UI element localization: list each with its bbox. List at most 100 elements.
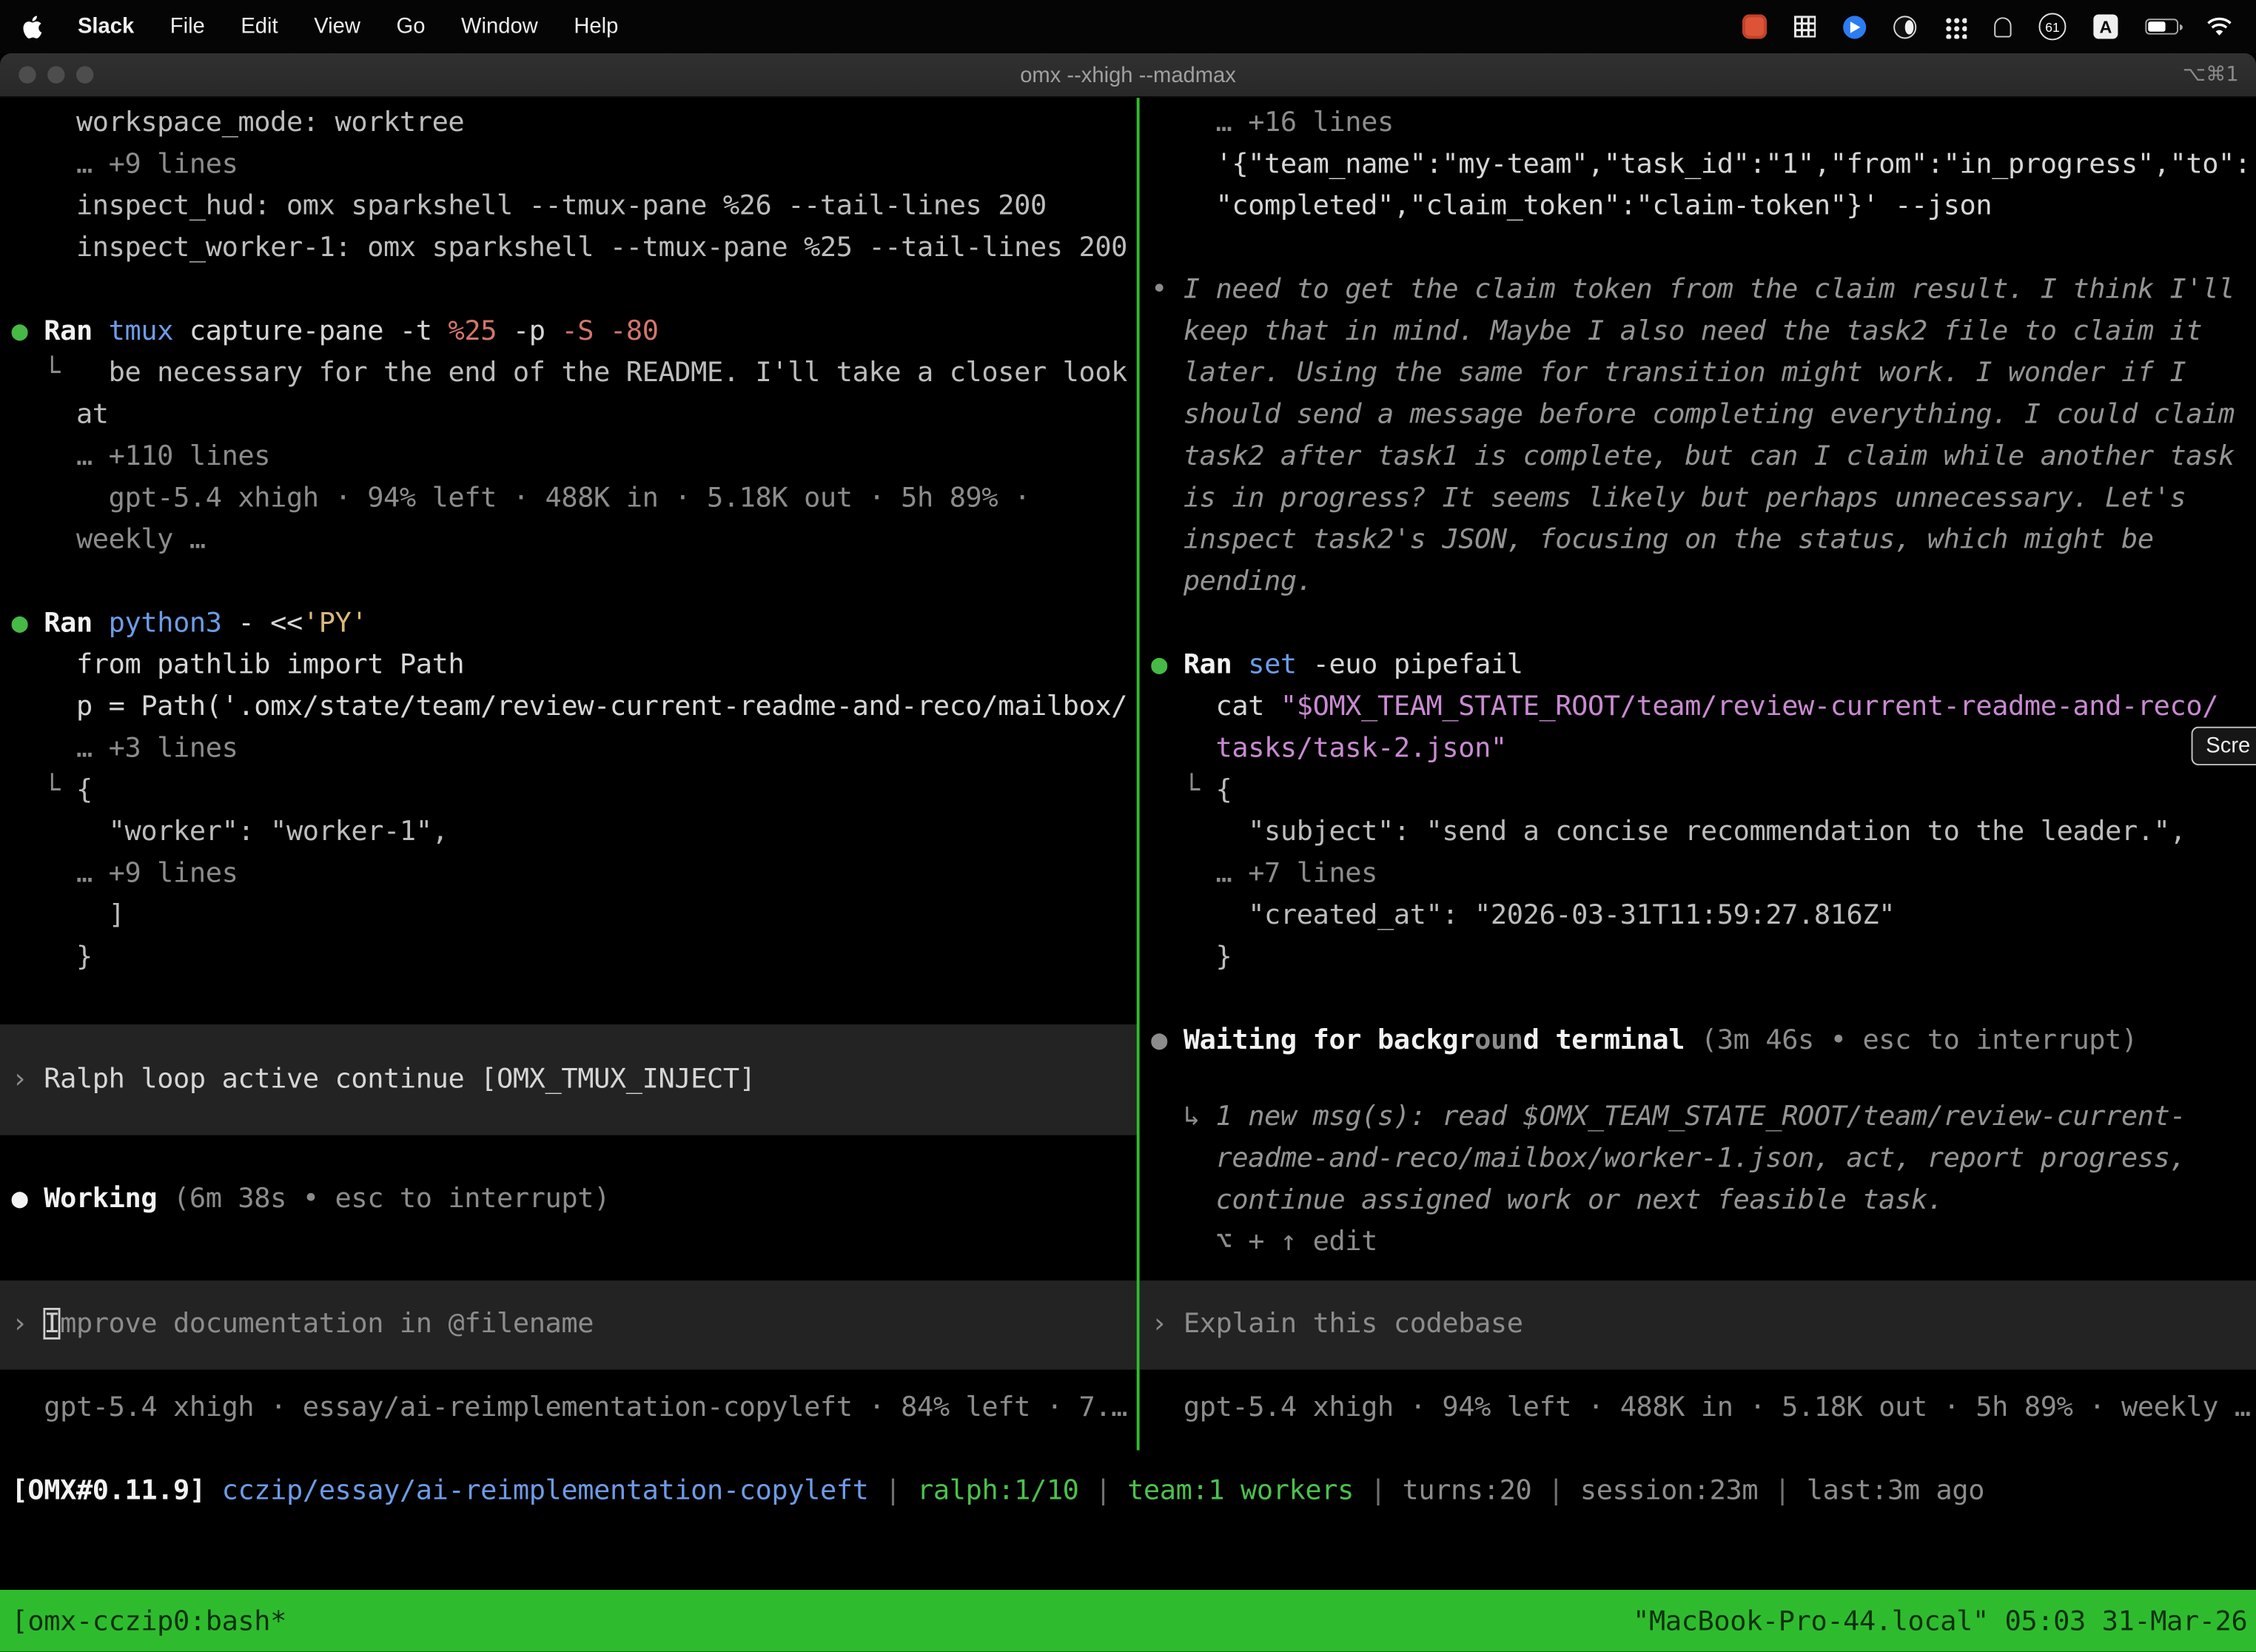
text-segment: readme-and-reco/mailbox/worker-1.json, a…: [1151, 1142, 2186, 1174]
text-segment: "subject": "send a concise recommendatio…: [1151, 816, 2186, 847]
elided-count: … +9 lines: [0, 853, 1137, 895]
text-segment: - <<: [222, 607, 303, 639]
text-segment: '{"team_name":"my-team","task_id":"1","f…: [1151, 148, 2251, 180]
text-segment: |: [1354, 1474, 1403, 1506]
text-segment: %25: [448, 315, 497, 347]
thinking-line: task2 after task1 is complete, but can I…: [1140, 436, 2256, 477]
text-segment: later. Using the same for transition mig…: [1151, 357, 2186, 389]
elided-count: … +9 lines: [0, 144, 1137, 185]
text-segment: ● Working: [12, 1183, 158, 1215]
mailbox-notice: ↳ 1 new msg(s): read $OMX_TEAM_STATE_ROO…: [1140, 1096, 2256, 1138]
active-app-name[interactable]: Slack: [78, 14, 134, 38]
text-segment: |: [869, 1474, 918, 1506]
elided-count: … +7 lines: [1140, 853, 2256, 895]
ghost-app-icon[interactable]: [1994, 16, 2011, 36]
app-launcher-dots-icon[interactable]: [1944, 15, 1967, 38]
tmux-panes: workspace_mode: worktree … +9 lines insp…: [0, 98, 2256, 1450]
menu-bar: Slack File Edit View Go Window Help 61 A: [0, 0, 2256, 53]
prompt-input[interactable]: › Improve documentation in @filename: [0, 1280, 1137, 1370]
spacer: [1140, 602, 2256, 644]
thinking-line: • I need to get the claim token from the…: [1140, 269, 2256, 311]
text-segment: "worker": "worker-1",: [12, 816, 449, 847]
spacer: [1140, 1370, 2256, 1387]
working-indicator: ● Working (6m 38s • esc to interrupt): [0, 1178, 1137, 1220]
tmux-session-window-label[interactable]: [omx-cczip0:bash*: [0, 1605, 286, 1636]
text-segment: oun: [1474, 1024, 1523, 1056]
text-segment: [93, 607, 109, 639]
model-status-line: gpt-5.4 xhigh · essay/ai-reimplementatio…: [0, 1387, 1137, 1428]
text-segment: inspect_hud: omx sparkshell --tmux-pane …: [12, 190, 1047, 222]
share-app-icon[interactable]: [1843, 15, 1866, 38]
text-segment: Ralph loop active continue [OMX_TMUX_INJ…: [44, 1064, 755, 1095]
text-segment: is in progress? It seems likely but perh…: [1151, 482, 2186, 514]
zoom-button[interactable]: [76, 66, 93, 83]
text-segment: [OMX#0.11.9]: [12, 1474, 206, 1506]
text-segment: |: [1758, 1474, 1807, 1506]
text-segment: I: [44, 1308, 60, 1340]
text-segment: I need to get the claim token from the c…: [1184, 273, 2235, 305]
menu-item-help[interactable]: Help: [574, 14, 618, 38]
thinking-line: is in progress? It seems likely but perh…: [1140, 477, 2256, 519]
code-line: p = Path('.omx/state/team/review-current…: [0, 686, 1137, 728]
spacer: [1140, 1263, 2256, 1280]
right-terminal-pane[interactable]: … +16 lines '{"team_name":"my-team","tas…: [1140, 98, 2256, 1450]
text-segment: └: [12, 774, 76, 806]
window-controls: [19, 66, 93, 83]
text-segment: (6m 38s • esc to interrupt): [157, 1183, 610, 1215]
output-line: "subject": "send a concise recommendatio…: [1140, 811, 2256, 853]
battery-icon[interactable]: [2145, 19, 2178, 34]
elided-count: … +110 lines: [0, 436, 1137, 477]
thinking-line: should send a message before completing …: [1140, 394, 2256, 436]
tmux-host-and-clock: "MacBook-Pro-44.local" 05:03 31-Mar-26: [1633, 1605, 2256, 1636]
menu-item-file[interactable]: File: [170, 14, 205, 38]
spacer: [0, 978, 1137, 1024]
text-segment: tmux: [109, 315, 173, 347]
menu-item-go[interactable]: Go: [397, 14, 426, 38]
menu-item-view[interactable]: View: [314, 14, 360, 38]
text-segment: ›: [1151, 1308, 1184, 1340]
text-segment: |: [1531, 1474, 1580, 1506]
menu-item-window[interactable]: Window: [461, 14, 538, 38]
prompt-suggestion[interactable]: › Explain this codebase: [1140, 1280, 2256, 1370]
text-segment: cczip/essay/ai-reimplementation-copyleft: [222, 1474, 869, 1506]
menu-item-edit[interactable]: Edit: [241, 14, 278, 38]
elided-count: … +16 lines: [1140, 102, 2256, 144]
text-segment: [1232, 649, 1248, 681]
text-segment: tasks/task-2.json": [1151, 732, 1507, 764]
text-segment: └: [12, 357, 109, 389]
text-segment: ●: [12, 315, 44, 347]
text-segment: Ran: [1184, 649, 1232, 681]
terminal-area[interactable]: workspace_mode: worktree … +9 lines insp…: [0, 98, 2256, 1590]
output-line: }: [1140, 936, 2256, 978]
text-segment: ]: [12, 899, 125, 931]
window-titlebar[interactable]: omx --xhigh --madmax ⌥⌘1: [0, 53, 2256, 98]
close-button[interactable]: [19, 66, 36, 83]
screen-recording-icon[interactable]: [1742, 14, 1767, 38]
apple-menu-icon[interactable]: [23, 15, 41, 38]
battery-percentage-badge[interactable]: 61: [2039, 13, 2067, 40]
wifi-icon[interactable]: [2206, 16, 2233, 36]
queued-prompt[interactable]: › Ralph loop active continue [OMX_TMUX_I…: [0, 1024, 1137, 1135]
mailbox-notice: readme-and-reco/mailbox/worker-1.json, a…: [1140, 1138, 2256, 1180]
spacer: [0, 1135, 1137, 1178]
omx-status-line: [OMX#0.11.9] cczip/essay/ai-reimplementa…: [0, 1471, 2256, 1512]
window-grid-icon[interactable]: [1794, 16, 1816, 37]
text-segment: continue assigned work or next feasible …: [1151, 1184, 1944, 1216]
text-segment: -S -80: [561, 315, 658, 347]
text-segment: set: [1248, 649, 1297, 681]
command-line: cat "$OMX_TEAM_STATE_ROOT/team/review-cu…: [1140, 686, 2256, 728]
output-line: ]: [0, 895, 1137, 936]
left-terminal-pane[interactable]: workspace_mode: worktree … +9 lines insp…: [0, 98, 1137, 1450]
usage-snippet: gpt-5.4 xhigh · 94% left · 488K in · 5.1…: [0, 477, 1137, 519]
text-segment: should send a message before completing …: [1151, 398, 2235, 430]
output-line: }: [0, 936, 1137, 978]
text-segment: gpt-5.4 xhigh · 94% left · 488K in · 5.1…: [1151, 1391, 2251, 1423]
mailbox-notice: continue assigned work or next feasible …: [1140, 1180, 2256, 1221]
browser-app-icon[interactable]: [1893, 15, 1916, 38]
thinking-line: keep that in mind. Maybe I also need the…: [1140, 311, 2256, 352]
keyboard-layout-icon[interactable]: A: [2093, 14, 2118, 38]
text-segment: }: [12, 941, 93, 973]
minimize-button[interactable]: [47, 66, 64, 83]
text-segment: keep that in mind. Maybe I also need the…: [1151, 315, 2202, 347]
text-segment: Waiting for backgr: [1184, 1024, 1474, 1056]
